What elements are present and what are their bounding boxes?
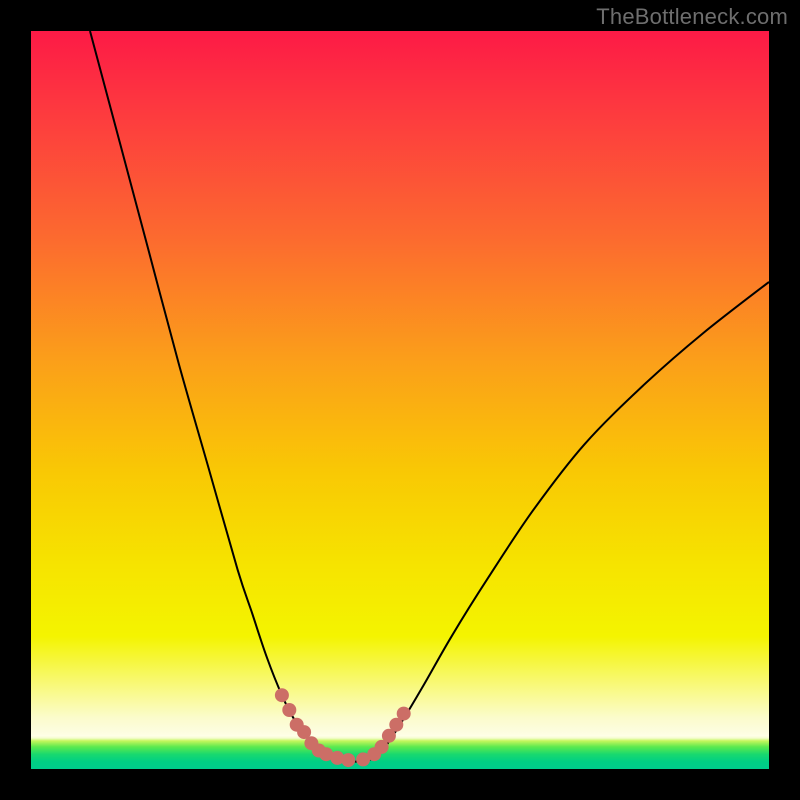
chart-svg (31, 31, 769, 769)
chart-frame: TheBottleneck.com (0, 0, 800, 800)
marker-dot (275, 688, 289, 702)
marker-dot (341, 753, 355, 767)
marker-dot (282, 703, 296, 717)
marker-dot (397, 707, 411, 721)
watermark-text: TheBottleneck.com (596, 4, 788, 30)
bottleneck-curve (90, 31, 769, 762)
chart-plot-area (31, 31, 769, 769)
marker-group (275, 688, 411, 767)
